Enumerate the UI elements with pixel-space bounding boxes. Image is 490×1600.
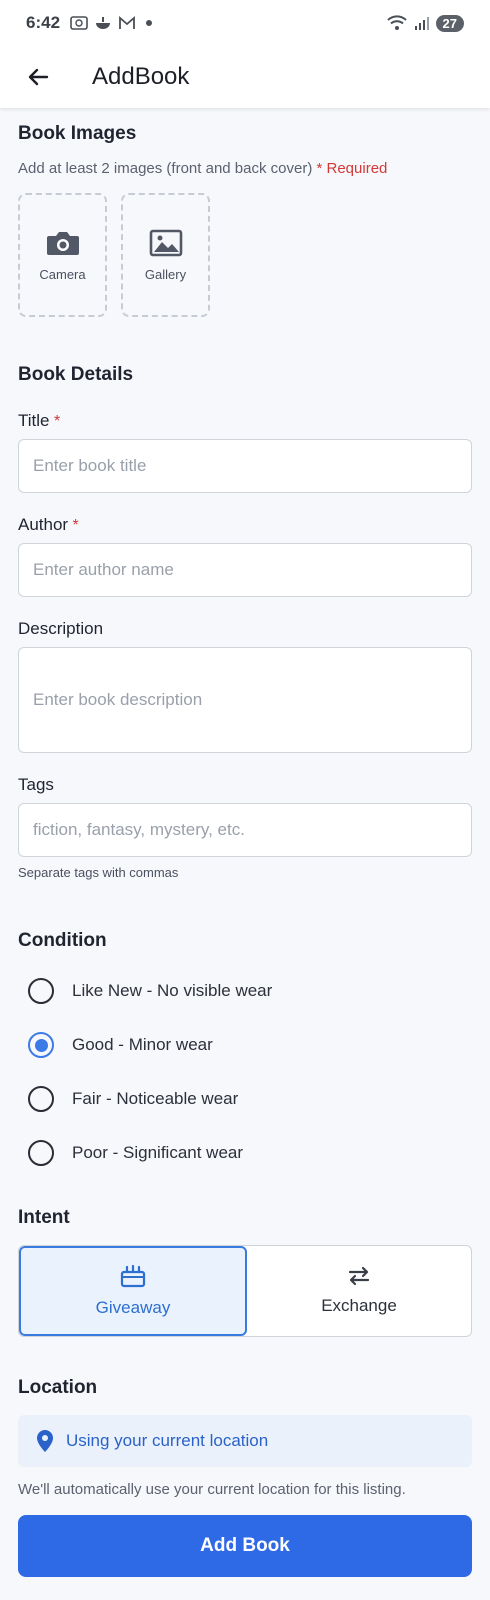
notification-dot-icon bbox=[146, 20, 153, 26]
condition-option-poor[interactable]: Poor - Significant wear bbox=[18, 1126, 472, 1180]
author-required-mark: * bbox=[72, 517, 79, 534]
condition-option-fair[interactable]: Fair - Noticeable wear bbox=[18, 1072, 472, 1126]
images-hint-row: Add at least 2 images (front and back co… bbox=[18, 160, 472, 177]
author-label-row: Author * bbox=[18, 515, 472, 535]
tags-input[interactable]: fiction, fantasy, mystery, etc. bbox=[18, 803, 472, 857]
back-button[interactable] bbox=[18, 57, 58, 97]
location-heading: Location bbox=[18, 1377, 98, 1398]
add-book-label: Add Book bbox=[200, 1535, 290, 1556]
radio-button[interactable] bbox=[28, 1140, 54, 1166]
author-label: Author bbox=[18, 515, 69, 534]
image-icon bbox=[149, 229, 182, 256]
gallery-picker-button[interactable]: Gallery bbox=[121, 193, 210, 317]
condition-option-label: Like New - No visible wear bbox=[72, 981, 273, 1000]
author-placeholder: Enter author name bbox=[33, 560, 174, 579]
swap-arrows-icon bbox=[348, 1266, 370, 1286]
giveaway-label: Giveaway bbox=[95, 1298, 171, 1317]
tags-label: Tags bbox=[18, 775, 54, 794]
radio-button[interactable] bbox=[28, 978, 54, 1004]
gallery-label: Gallery bbox=[144, 266, 187, 282]
cooking-app-icon bbox=[96, 17, 111, 29]
current-location-box: Using your current location bbox=[18, 1415, 472, 1467]
condition-radio-group: Like New - No visible wear Good - Minor … bbox=[18, 964, 472, 1180]
arrow-left-icon bbox=[28, 68, 49, 86]
title-label: Title bbox=[18, 411, 50, 430]
battery-indicator: 27 bbox=[435, 14, 464, 32]
location-hint: We'll automatically use your current loc… bbox=[18, 1481, 406, 1498]
intent-toggle: Giveaway Exchange bbox=[18, 1245, 472, 1337]
condition-option-label: Fair - Noticeable wear bbox=[72, 1089, 239, 1108]
image-pickers: Camera Gallery bbox=[18, 193, 472, 317]
required-label: * Required bbox=[316, 160, 388, 177]
title-label-row: Title * bbox=[18, 411, 472, 431]
exchange-label: Exchange bbox=[321, 1296, 397, 1315]
condition-option-good[interactable]: Good - Minor wear bbox=[18, 1018, 472, 1072]
book-images-heading: Book Images bbox=[18, 123, 137, 144]
signal-icon bbox=[414, 17, 429, 30]
status-bar: 6:42 27 bbox=[0, 0, 490, 46]
condition-option-label: Poor - Significant wear bbox=[72, 1143, 244, 1162]
giveaway-option[interactable]: Giveaway bbox=[19, 1246, 247, 1336]
title-input[interactable]: Enter book title bbox=[18, 439, 472, 493]
description-textarea[interactable]: Enter book description bbox=[18, 647, 472, 753]
title-required-mark: * bbox=[53, 413, 61, 430]
images-hint: Add at least 2 images (front and back co… bbox=[18, 160, 313, 177]
tags-placeholder: fiction, fantasy, mystery, etc. bbox=[33, 820, 245, 839]
current-location-text: Using your current location bbox=[66, 1431, 269, 1450]
screenshot-icon bbox=[70, 16, 88, 30]
author-input[interactable]: Enter author name bbox=[18, 543, 472, 597]
intent-heading: Intent bbox=[18, 1207, 70, 1228]
radio-button[interactable] bbox=[28, 1086, 54, 1112]
page-title: AddBook bbox=[92, 63, 190, 90]
camera-picker-button[interactable]: Camera bbox=[18, 193, 107, 317]
exchange-option[interactable]: Exchange bbox=[247, 1246, 471, 1336]
description-label: Description bbox=[18, 619, 104, 638]
condition-option-label: Good - Minor wear bbox=[72, 1035, 213, 1054]
tags-hint: Separate tags with commas bbox=[18, 865, 179, 880]
status-time: 6:42 bbox=[26, 13, 61, 32]
app-bar: AddBook bbox=[0, 46, 490, 108]
description-placeholder: Enter book description bbox=[33, 690, 203, 709]
radio-button-selected[interactable] bbox=[28, 1032, 54, 1058]
gift-icon bbox=[120, 1264, 146, 1288]
condition-heading: Condition bbox=[18, 930, 107, 951]
book-details-heading: Book Details bbox=[18, 364, 134, 385]
camera-icon bbox=[46, 231, 79, 255]
location-pin-icon bbox=[37, 1430, 53, 1452]
title-placeholder: Enter book title bbox=[33, 456, 147, 475]
wifi-icon bbox=[386, 15, 407, 30]
form-content: Book Images Add at least 2 images (front… bbox=[18, 108, 472, 1498]
add-book-button[interactable]: Add Book bbox=[18, 1515, 472, 1577]
camera-label: Camera bbox=[39, 266, 86, 282]
condition-option-like-new[interactable]: Like New - No visible wear bbox=[18, 964, 472, 1018]
gmail-icon bbox=[119, 16, 135, 29]
